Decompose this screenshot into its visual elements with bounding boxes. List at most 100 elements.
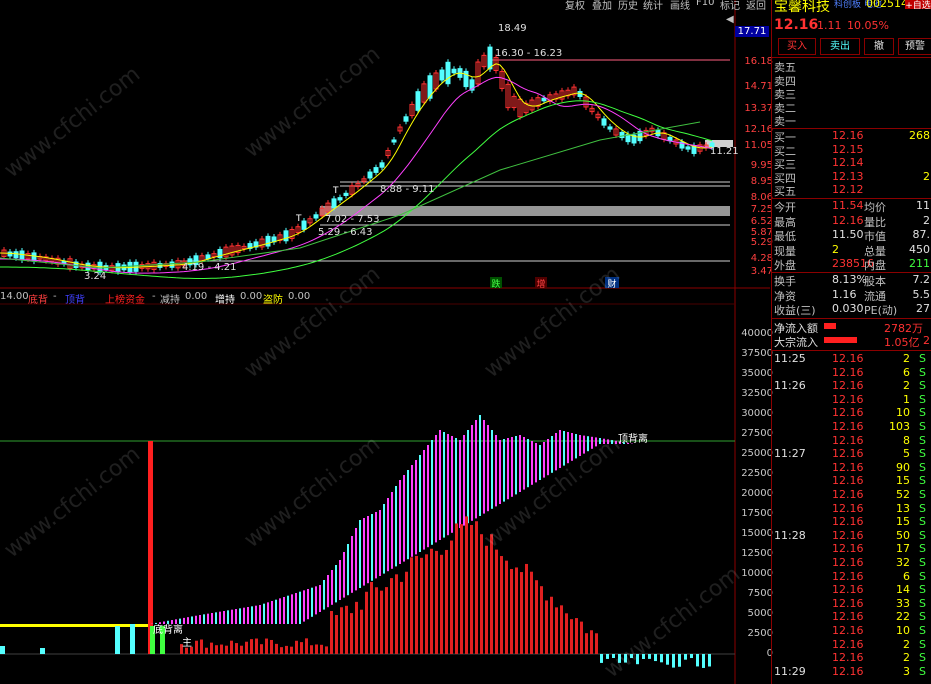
toolbar-button-1[interactable]: 叠加 bbox=[592, 0, 612, 12]
sell-button[interactable]: 卖出 bbox=[820, 38, 860, 55]
tick-row[interactable]: 11:28 12.16 50 S bbox=[772, 529, 931, 543]
toolbar-button-0[interactable]: 复权 bbox=[565, 0, 585, 12]
tick-row[interactable]: 12.16 15 S bbox=[772, 474, 931, 488]
volume-bar bbox=[690, 654, 693, 659]
bids-price: 12.16 bbox=[832, 129, 864, 142]
stats-value-a: 0.030 bbox=[832, 302, 864, 315]
tick-time: 11:27 bbox=[774, 447, 806, 461]
buy-button[interactable]: 买入 bbox=[778, 38, 816, 55]
tick-row[interactable]: 11:25 12.16 2 S bbox=[772, 352, 931, 366]
tick-direction: S bbox=[919, 365, 926, 379]
tick-row[interactable]: 12.16 10 S bbox=[772, 406, 931, 420]
tick-row[interactable]: 12.16 103 S bbox=[772, 420, 931, 434]
tick-row[interactable]: 11:26 12.16 2 S bbox=[772, 379, 931, 393]
bids-row: 买四 12.13 2 bbox=[772, 169, 931, 185]
collapse-arrow-icon[interactable]: ◀ bbox=[726, 14, 734, 25]
indicator-legend-value: 0.00 bbox=[185, 291, 208, 302]
indicator-legend-value: - bbox=[53, 291, 57, 302]
volume-bar bbox=[575, 618, 578, 654]
tick-row[interactable]: 12.16 52 S bbox=[772, 488, 931, 502]
quote-value-b: 87. bbox=[912, 228, 931, 241]
tick-direction: S bbox=[919, 488, 926, 501]
volume-bar bbox=[480, 534, 483, 654]
tick-volume: 3 bbox=[903, 664, 910, 678]
asks-label: 卖一 bbox=[774, 115, 796, 128]
tick-volume: 33 bbox=[896, 596, 910, 610]
toolbar-button-2[interactable]: 历史 bbox=[618, 0, 638, 12]
cancel-button[interactable]: 撤 bbox=[864, 38, 894, 55]
tick-row[interactable]: 12.16 32 S bbox=[772, 556, 931, 570]
alert-button[interactable]: 预警 bbox=[898, 38, 931, 55]
tick-row[interactable]: 12.16 6 S bbox=[772, 570, 931, 584]
tick-volume: 10 bbox=[896, 624, 910, 637]
toolbar-button-7[interactable]: 返回 bbox=[746, 0, 766, 12]
toolbar-button-4[interactable]: 画线 bbox=[670, 0, 690, 12]
price-axis-label: 12.16 bbox=[744, 124, 773, 135]
tick-row[interactable]: 12.16 15 S bbox=[772, 515, 931, 529]
tick-row[interactable]: 12.16 90 S bbox=[772, 461, 931, 475]
volume-bar bbox=[440, 554, 443, 654]
volume-bar bbox=[345, 605, 348, 654]
tick-row[interactable]: 12.16 8 S bbox=[772, 434, 931, 448]
flow-row: 净流入额 2782万 bbox=[772, 320, 931, 335]
tick-direction: S bbox=[919, 624, 926, 637]
tick-price: 12.16 bbox=[832, 460, 864, 474]
tick-direction: S bbox=[919, 447, 926, 461]
volume-bar bbox=[235, 643, 238, 654]
flow-value: 1.05亿 bbox=[884, 336, 920, 349]
tick-direction: S bbox=[919, 433, 926, 447]
quote-row: 最低 11.50 市值 87. bbox=[772, 228, 931, 243]
toolbar-button-3[interactable]: 统计 bbox=[643, 0, 663, 12]
volume-bar bbox=[310, 645, 313, 654]
price-axis-label: 9.95 bbox=[750, 160, 773, 171]
indicator-legend-label: 盗防 bbox=[263, 295, 283, 306]
bids-price: 12.13 bbox=[832, 169, 864, 183]
volume-bar bbox=[405, 571, 408, 654]
add-watchlist-button[interactable]: +自选 bbox=[905, 0, 931, 11]
tick-price: 12.16 bbox=[832, 651, 864, 665]
indicator-axis-label: 15000 bbox=[741, 528, 773, 539]
toolbar-button-6[interactable]: 标记 bbox=[720, 0, 740, 12]
tick-row[interactable]: 11:27 12.16 5 S bbox=[772, 447, 931, 461]
tick-row[interactable]: 11:29 12.16 3 S bbox=[772, 665, 931, 679]
ma20-line bbox=[0, 100, 713, 279]
tick-price: 12.16 bbox=[832, 515, 864, 529]
tick-direction: S bbox=[919, 406, 926, 420]
price-axis-label: 3.47 bbox=[750, 266, 773, 277]
tick-row[interactable]: 12.16 17 S bbox=[772, 542, 931, 556]
tick-row[interactable]: 12.16 10 S bbox=[772, 624, 931, 638]
tick-row[interactable]: 12.16 2 S bbox=[772, 651, 931, 665]
tick-row[interactable]: 12.16 6 S bbox=[772, 366, 931, 380]
low-label: 3.24 bbox=[84, 271, 107, 282]
tick-direction: S bbox=[919, 460, 926, 474]
indicator-axis-label: 2500 bbox=[747, 628, 773, 639]
volume-bar bbox=[290, 646, 293, 654]
candle-body bbox=[337, 197, 343, 201]
candle-body bbox=[415, 91, 421, 111]
volume-bar bbox=[530, 571, 533, 654]
chart-area[interactable]: 复权 叠加 历史 统计 画线 F10 标记 返回 ◀ 17.71 16.18 14.71 13.37… bbox=[0, 0, 773, 684]
bids-vol: 268 bbox=[909, 129, 930, 142]
toolbar-button-5[interactable]: F10 bbox=[696, 0, 714, 9]
volume-bar bbox=[510, 568, 513, 654]
indicator-axis-label: 7500 bbox=[747, 588, 773, 599]
gap-label-4: 5.29 - 6.43 bbox=[318, 227, 373, 238]
tick-direction: S bbox=[919, 474, 926, 488]
tick-volume: 6 bbox=[903, 569, 910, 583]
tick-row[interactable]: 12.16 14 S bbox=[772, 583, 931, 597]
volume-bar bbox=[490, 534, 493, 654]
price-axis-label: 13.37 bbox=[744, 103, 773, 114]
indicator-legend-value: - bbox=[152, 291, 156, 302]
tick-row[interactable]: 12.16 33 S bbox=[772, 597, 931, 611]
tick-row[interactable]: 12.16 22 S bbox=[772, 610, 931, 624]
tick-volume: 2 bbox=[903, 379, 910, 393]
tick-row[interactable]: 12.16 2 S bbox=[772, 638, 931, 652]
volume-bar bbox=[435, 550, 438, 654]
tick-direction: S bbox=[919, 542, 926, 556]
candle-body bbox=[541, 97, 547, 102]
indicator-axis-label: 32500 bbox=[741, 388, 773, 399]
tick-row[interactable]: 12.16 13 S bbox=[772, 502, 931, 516]
tick-row[interactable]: 12.16 1 S bbox=[772, 393, 931, 407]
candle-body bbox=[379, 162, 385, 168]
tick-direction: S bbox=[919, 569, 926, 583]
